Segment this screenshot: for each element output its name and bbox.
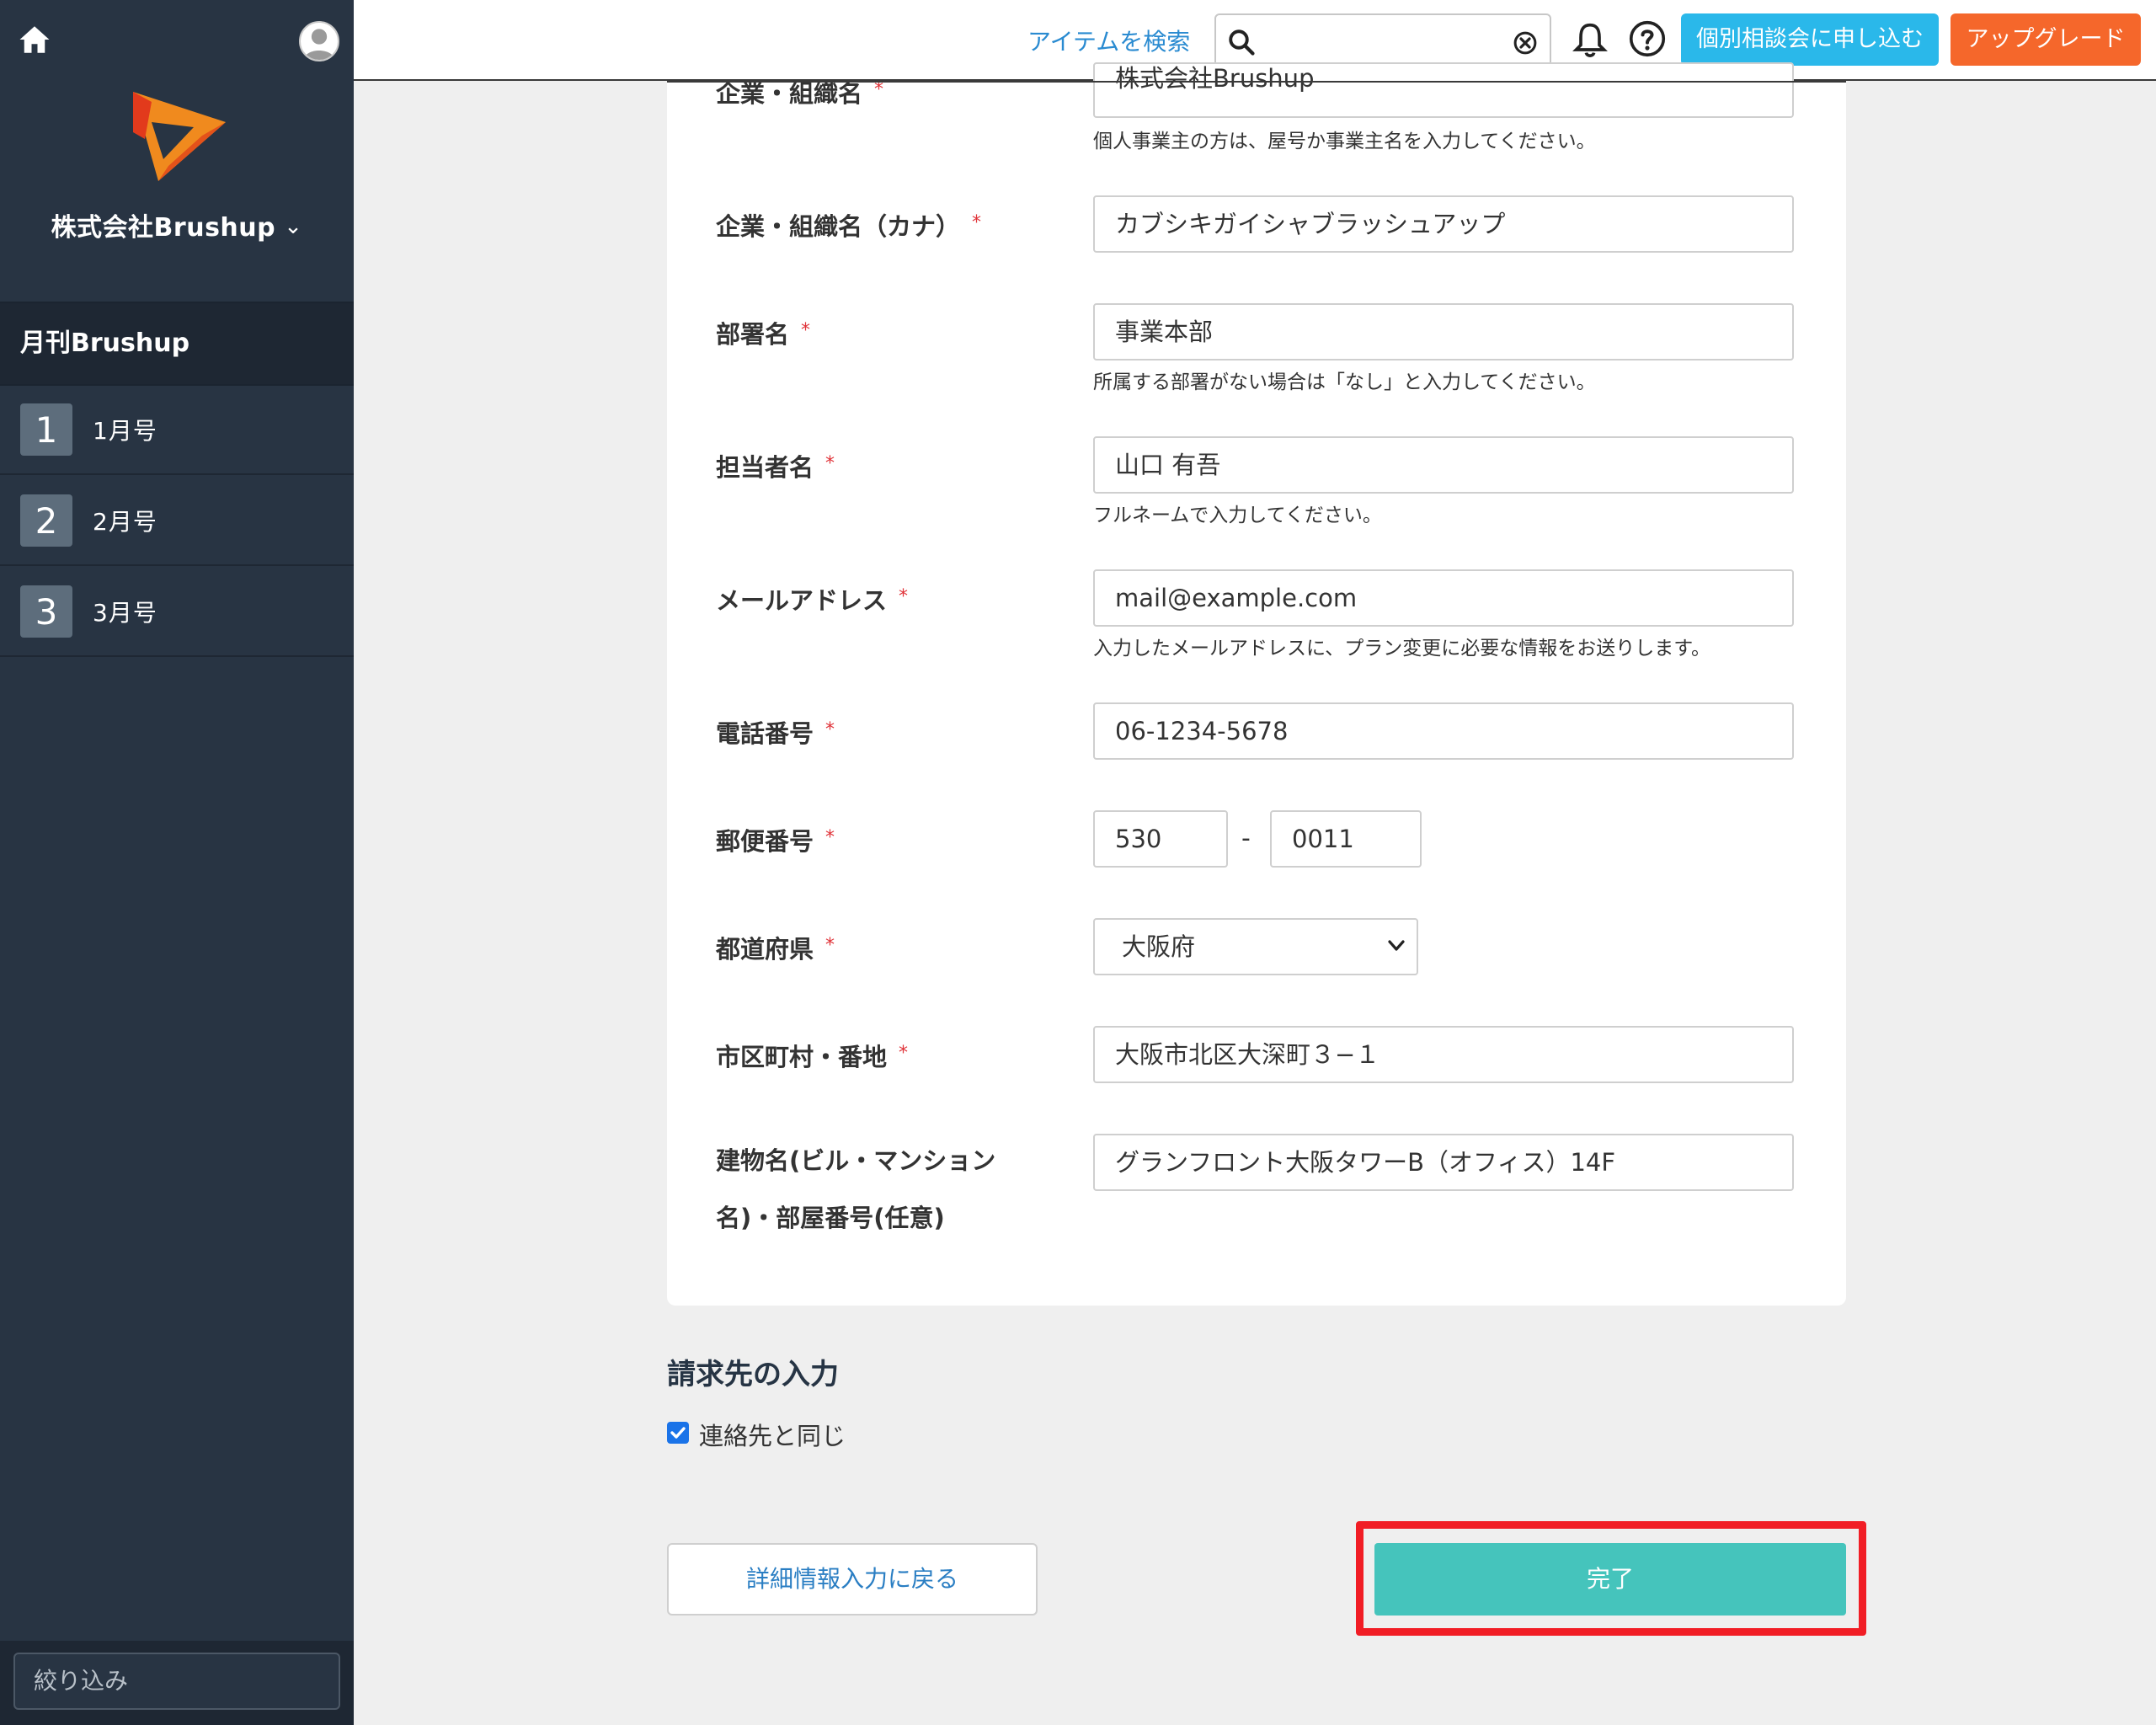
department-help: 所属する部署がない場合は「なし」と入力してください。 — [1093, 371, 1596, 393]
org-name: 株式会社Brushup — [51, 213, 276, 243]
zip-field-2[interactable]: 0011 — [1270, 810, 1422, 868]
email-label-text: メールアドレス — [716, 586, 888, 615]
billing-section-title: 請求先の入力 — [667, 1358, 839, 1391]
email-field[interactable]: mail@example.com — [1093, 569, 1794, 627]
sidebar: 株式会社Brushup ⌄ 月刊Brushup 1 1月号 2 2月号 3 3月号… — [0, 0, 354, 1725]
city-field[interactable]: 大阪市北区大深町３−１ — [1093, 1026, 1794, 1083]
issue-number: 2 — [20, 494, 72, 547]
org-switcher[interactable]: 株式会社Brushup ⌄ — [0, 206, 354, 243]
company-kana-field[interactable]: カブシキガイシャブラッシュアップ — [1093, 195, 1794, 253]
required-mark: * — [972, 212, 982, 233]
clear-icon[interactable] — [1513, 30, 1538, 56]
project-title[interactable]: 月刊Brushup — [0, 303, 354, 384]
same-as-contact-checkbox[interactable] — [667, 1422, 689, 1444]
department-label-text: 部署名 — [716, 320, 790, 349]
city-label: 市区町村・番地 * — [716, 1038, 908, 1073]
zip-label-text: 郵便番号 — [716, 827, 814, 856]
sidebar-item-issue-2[interactable]: 2 2月号 — [0, 477, 354, 566]
zip-label: 郵便番号 * — [716, 822, 835, 857]
avatar[interactable] — [299, 21, 339, 61]
done-button[interactable]: 完了 — [1374, 1543, 1846, 1616]
company-field[interactable]: 株式会社Brushup — [1093, 62, 1794, 118]
required-mark: * — [899, 586, 909, 607]
topbar-edge — [667, 81, 1846, 83]
search-items-link[interactable]: アイテムを検索 — [1027, 24, 1190, 57]
prefecture-label: 都道府県 * — [716, 930, 835, 965]
person-label-text: 担当者名 — [716, 453, 814, 482]
building-field[interactable]: グランフロント大阪タワーB（オフィス）14F — [1093, 1134, 1794, 1191]
sidebar-item-issue-3[interactable]: 3 3月号 — [0, 568, 354, 657]
company-label-text: 企業・組織名 — [716, 79, 863, 108]
company-kana-label: 企業・組織名（カナ） * — [716, 207, 981, 243]
prefecture-select[interactable]: 大阪府 — [1093, 918, 1418, 975]
email-help: 入力したメールアドレスに、プラン変更に必要な情報をお送りします。 — [1093, 638, 1711, 660]
issue-number: 3 — [20, 585, 72, 638]
building-label-line2: 名)・部屋番号(任意) — [716, 1204, 945, 1232]
company-kana-label-text: 企業・組織名（カナ） — [716, 212, 961, 241]
building-label-line1: 建物名(ビル・マンション — [716, 1146, 996, 1175]
filter-input[interactable]: 絞り込み — [13, 1653, 340, 1710]
person-help: フルネームで入力してください。 — [1093, 505, 1382, 526]
building-label: 建物名(ビル・マンション 名)・部屋番号(任意) — [716, 1132, 1019, 1247]
person-label: 担当者名 * — [716, 448, 835, 483]
filter-area: 絞り込み — [0, 1641, 354, 1725]
issue-number: 1 — [20, 403, 72, 456]
same-as-contact-label[interactable]: 連絡先と同じ — [699, 1417, 846, 1452]
back-button[interactable]: 詳細情報入力に戻る — [667, 1543, 1038, 1616]
phone-label: 電話番号 * — [716, 714, 835, 750]
issue-label: 2月号 — [93, 508, 157, 536]
consult-button[interactable]: 個別相談会に申し込む — [1681, 13, 1939, 66]
search-icon — [1229, 29, 1255, 56]
home-icon[interactable] — [17, 22, 52, 57]
required-mark: * — [825, 827, 835, 848]
person-field[interactable]: 山口 有吾 — [1093, 436, 1794, 494]
department-field[interactable]: 事業本部 — [1093, 303, 1794, 360]
sidebar-item-issue-1[interactable]: 1 1月号 — [0, 386, 354, 475]
email-label: メールアドレス * — [716, 581, 908, 617]
search-input[interactable] — [1214, 13, 1551, 69]
required-mark: * — [825, 453, 835, 474]
check-icon — [670, 1427, 686, 1439]
required-mark: * — [825, 719, 835, 740]
chevron-down-icon: ⌄ — [284, 214, 303, 239]
help-icon[interactable] — [1629, 20, 1666, 57]
phone-field[interactable]: 06-1234-5678 — [1093, 702, 1794, 760]
prefecture-label-text: 都道府県 — [716, 935, 814, 964]
zip-field-1[interactable]: 530 — [1093, 810, 1228, 868]
upgrade-button[interactable]: アップグレード — [1951, 13, 2141, 66]
city-label-text: 市区町村・番地 — [716, 1043, 888, 1071]
contact-form-card — [667, 81, 1846, 1306]
bell-icon[interactable] — [1572, 20, 1609, 61]
brushup-logo — [133, 92, 226, 181]
company-label: 企業・組織名 * — [716, 74, 883, 109]
prefecture-value: 大阪府 — [1122, 932, 1196, 961]
required-mark: * — [825, 935, 835, 956]
issue-label: 1月号 — [93, 417, 157, 445]
user-icon — [303, 29, 335, 60]
company-help: 個人事業主の方は、屋号か事業主名を入力してください。 — [1093, 131, 1596, 152]
chevron-down-icon — [1388, 940, 1405, 951]
issue-label: 3月号 — [93, 599, 157, 627]
required-mark: * — [899, 1043, 909, 1064]
zip-dash: - — [1241, 824, 1251, 853]
department-label: 部署名 * — [716, 315, 810, 350]
phone-label-text: 電話番号 — [716, 719, 814, 748]
required-mark: * — [801, 320, 811, 341]
